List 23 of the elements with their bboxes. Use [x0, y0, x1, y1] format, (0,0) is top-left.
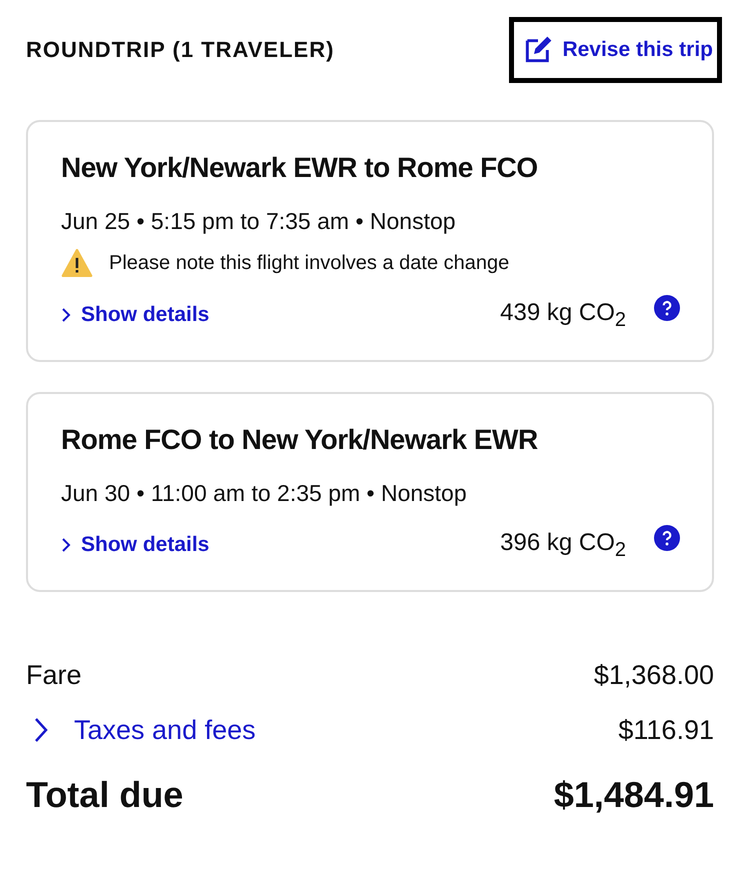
chevron-icon	[61, 307, 71, 324]
chevron-icon	[34, 717, 48, 744]
flight-route: New York/Newark EWR to Rome FCO	[61, 152, 539, 184]
revise-trip-button[interactable]: Revise this trip	[509, 17, 722, 83]
help-icon[interactable]	[654, 525, 680, 552]
flight-route: Rome FCO to New York/Newark EWR	[61, 424, 539, 456]
price-amount: $1,368.00	[594, 660, 714, 691]
help-icon[interactable]	[654, 295, 680, 322]
show-details-link[interactable]: Show details	[61, 303, 210, 328]
trip-heading: ROUNDTRIP (1 TRAVELER)	[26, 37, 334, 63]
price-label: Total due	[26, 774, 184, 816]
price-amount: $116.91	[618, 714, 714, 746]
warning-icon	[61, 249, 93, 277]
price-label: Fare	[26, 660, 82, 691]
taxes-fees-link[interactable]: Taxes and fees	[26, 714, 256, 746]
price-amount: $1,484.91	[554, 774, 714, 816]
flight-schedule: Jun 25 • 5:15 pm to 7:35 am • Nonstop	[61, 208, 457, 235]
date-change-note: Please note this flight involves a date change	[109, 252, 510, 274]
chevron-icon	[61, 537, 71, 554]
co2-emissions: 439 kg CO$_{2}$	[500, 299, 626, 332]
flight-schedule: Jun 30 • 11:00 am to 2:35 pm • Nonstop	[61, 480, 468, 507]
show-details-link[interactable]: Show details	[61, 533, 210, 558]
co2-emissions: 396 kg CO$_{2}$	[500, 528, 626, 562]
